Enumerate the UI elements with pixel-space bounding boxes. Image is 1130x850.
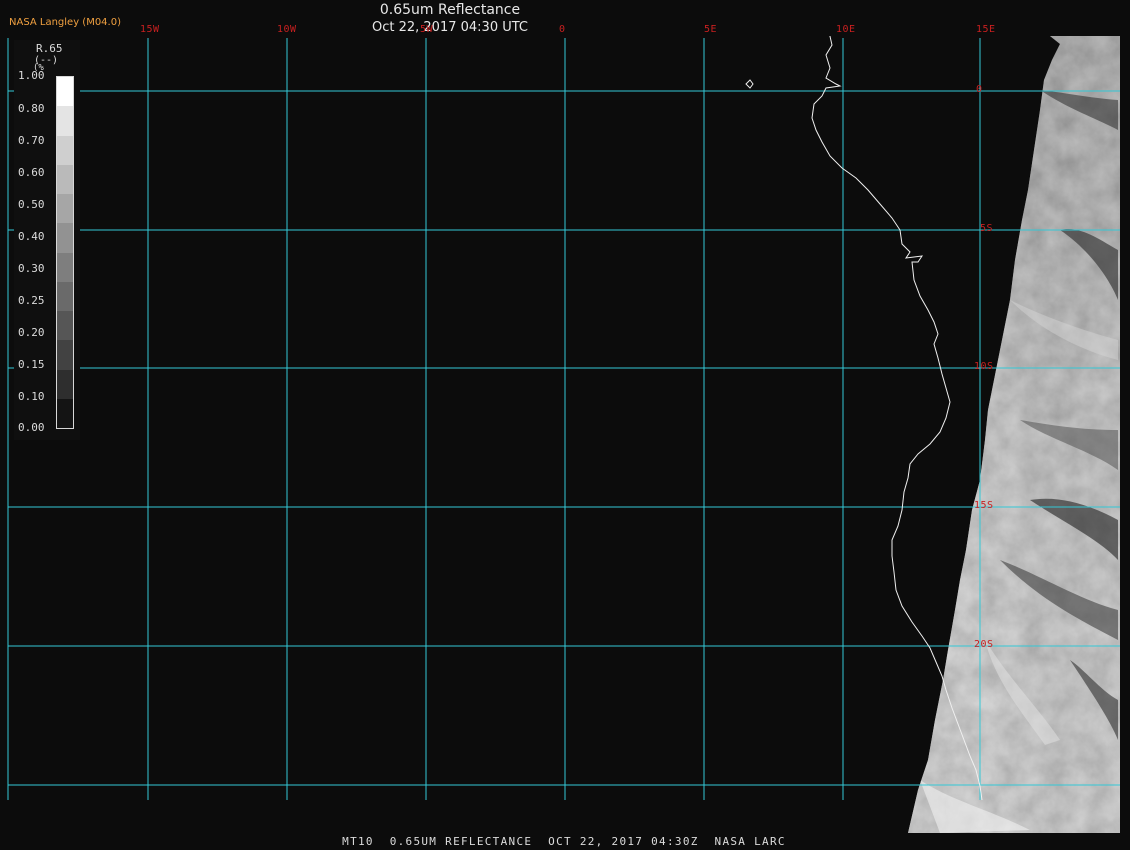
- colorbar-tick: 0.20: [18, 326, 45, 339]
- colorbar-step: [57, 398, 73, 428]
- footer-caption: MT10 0.65UM REFLECTANCE OCT 22, 2017 04:…: [0, 835, 1130, 848]
- image-title: 0.65um Reflectance: [379, 2, 521, 18]
- lat-label-0: 0: [976, 84, 983, 95]
- colorbar-tick: 0.70: [18, 134, 45, 147]
- colorbar-ramp: [56, 76, 74, 429]
- lon-label-5w: 5W: [420, 24, 434, 35]
- lon-label-5e: 5E: [704, 24, 718, 35]
- colorbar-step: [57, 194, 73, 224]
- colorbar-tick: 0.40: [18, 230, 45, 243]
- lon-label-10w: 10W: [277, 24, 297, 35]
- lat-label-20s: 20S: [974, 639, 994, 650]
- colorbar-tick: 0.60: [18, 166, 45, 179]
- lon-label-15w: 15W: [140, 24, 160, 35]
- colorbar-step: [57, 281, 73, 311]
- colorbar-tick: 0.50: [18, 198, 45, 211]
- colorbar-step: [57, 369, 73, 399]
- colorbar-step: [57, 311, 73, 341]
- colorbar-tick: 0.00: [18, 421, 45, 434]
- colorbar-step: [57, 223, 73, 253]
- colorbar-variable: R.65: [36, 42, 63, 55]
- lat-label-10s: 10S: [974, 361, 994, 372]
- colorbar-step: [57, 106, 73, 136]
- lon-label-10e: 10E: [836, 24, 856, 35]
- map-canvas: [0, 0, 1130, 850]
- lat-label-5s: 5S: [980, 223, 994, 234]
- colorbar-tick: 0.15: [18, 358, 45, 371]
- colorbar-step: [57, 135, 73, 165]
- colorbar-tick: 1.00: [18, 69, 45, 82]
- satellite-swath: [908, 36, 1120, 833]
- lon-label-15e: 15E: [976, 24, 996, 35]
- lat-label-15s: 15S: [974, 500, 994, 511]
- colorbar-tick: 0.25: [18, 294, 45, 307]
- colorbar-tick: 0.10: [18, 390, 45, 403]
- colorbar-tick: 0.30: [18, 262, 45, 275]
- colorbar-step: [57, 340, 73, 370]
- colorbar-step: [57, 252, 73, 282]
- footer-text: MT10 0.65UM REFLECTANCE OCT 22, 2017 04:…: [342, 835, 786, 848]
- colorbar-step: [57, 77, 73, 107]
- image-datetime: Oct 22, 2017 04:30 UTC: [372, 20, 528, 35]
- lon-label-0: 0: [559, 24, 566, 35]
- colorbar-step: [57, 164, 73, 194]
- colorbar-tick: 0.80: [18, 102, 45, 115]
- colorbar-legend: R.65 (--) (% 1.00 0.80 0.70 0.60 0.50 0.…: [14, 40, 80, 440]
- satellite-image-viewer: NASA Langley (M04.0) 0.65um Reflectance …: [0, 0, 1130, 850]
